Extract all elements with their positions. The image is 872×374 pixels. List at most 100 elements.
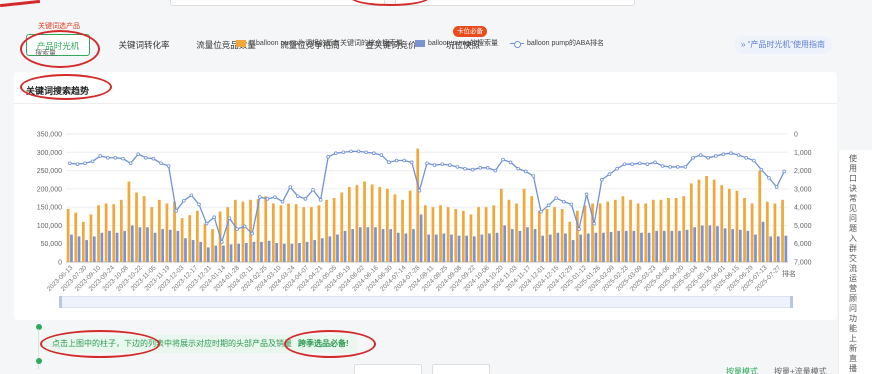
rank-point bbox=[75, 162, 80, 166]
bar-total bbox=[492, 205, 496, 262]
hint-strong: 跨季选品必备! bbox=[298, 339, 349, 348]
rank-point bbox=[409, 160, 414, 165]
y-tick-right: 0 bbox=[794, 132, 798, 139]
bar-total bbox=[522, 188, 526, 262]
zoom-handle-left[interactable] bbox=[59, 296, 62, 308]
bar-total bbox=[355, 185, 359, 262]
y-tick-left: 150,000 bbox=[37, 205, 62, 212]
bar-total bbox=[560, 208, 564, 262]
bar-keyword bbox=[123, 230, 127, 262]
bar-total bbox=[150, 207, 154, 262]
sidebar-item-tips[interactable]: 使用口诀 bbox=[847, 154, 859, 194]
rank-point bbox=[774, 185, 779, 189]
bar-total bbox=[773, 203, 777, 262]
y-tick-right: 6,000 bbox=[794, 241, 812, 248]
rank-point bbox=[83, 161, 87, 166]
rank-point bbox=[220, 240, 224, 244]
bar-total bbox=[165, 203, 169, 262]
bar-keyword bbox=[518, 230, 522, 262]
bar-total bbox=[233, 199, 237, 262]
bar-total bbox=[423, 205, 427, 262]
bar-keyword bbox=[92, 236, 96, 262]
rank-point bbox=[561, 199, 566, 204]
rank-point bbox=[584, 192, 589, 197]
trend-chart[interactable]: 0 50,000 100,000 150,000 200,000 250,000 300,0… bbox=[0, 0, 872, 374]
bar-keyword bbox=[602, 232, 605, 262]
rank-point bbox=[417, 188, 422, 193]
bar-keyword bbox=[404, 233, 408, 262]
bar-keyword bbox=[138, 227, 142, 262]
rank-point bbox=[425, 161, 429, 166]
sidebar-item-faq[interactable]: 常见问题 bbox=[847, 194, 859, 234]
bar-keyword bbox=[716, 226, 719, 262]
bar-keyword bbox=[427, 234, 431, 262]
bar-keyword bbox=[199, 241, 203, 262]
rank-point bbox=[691, 155, 695, 160]
rank-point bbox=[683, 165, 688, 169]
sidebar-item-consultant[interactable]: 运营顾问 bbox=[847, 274, 859, 314]
bar-total bbox=[157, 199, 161, 262]
bar-keyword bbox=[176, 230, 180, 262]
bar-total bbox=[446, 207, 450, 262]
rank-point bbox=[273, 195, 277, 199]
sidebar-item-new[interactable]: 功能上新 bbox=[847, 314, 859, 354]
bottom-select-2[interactable] bbox=[432, 364, 490, 374]
bar-keyword bbox=[586, 233, 590, 262]
y-tick-left: 300,000 bbox=[37, 150, 62, 157]
bar-total bbox=[583, 205, 587, 262]
bar-keyword bbox=[161, 229, 165, 262]
rank-point bbox=[235, 227, 239, 231]
rank-point bbox=[212, 215, 217, 220]
chart-zoom-slider[interactable] bbox=[59, 296, 793, 308]
bar-keyword bbox=[396, 232, 400, 262]
bar-keyword bbox=[366, 227, 370, 262]
rank-point bbox=[197, 202, 201, 207]
bar-total bbox=[629, 199, 632, 262]
bar-keyword bbox=[457, 235, 461, 262]
bar-keyword bbox=[108, 230, 111, 262]
bar-keyword bbox=[343, 230, 347, 262]
bar-keyword bbox=[442, 233, 446, 262]
bar-total bbox=[317, 205, 321, 262]
bar-total bbox=[537, 210, 541, 262]
sidebar-item-group[interactable]: 入群交流 bbox=[847, 234, 859, 274]
bar-total bbox=[89, 214, 93, 262]
bar-total bbox=[226, 207, 230, 262]
bar-keyword bbox=[146, 227, 149, 262]
rank-point bbox=[128, 161, 133, 166]
rank-point bbox=[508, 160, 513, 165]
y-tick-right: 4,000 bbox=[794, 205, 812, 212]
rank-point bbox=[144, 155, 148, 160]
rank-point bbox=[744, 155, 748, 160]
rank-point bbox=[455, 165, 460, 169]
bar-total bbox=[439, 205, 442, 262]
sidebar-item-live[interactable]: 直播 bbox=[847, 354, 859, 374]
mode-volume-traffic[interactable]: 按量+流量模式 bbox=[774, 366, 827, 374]
rank-point bbox=[394, 158, 399, 163]
rank-point bbox=[341, 150, 346, 155]
zoom-handle-right[interactable] bbox=[790, 296, 793, 308]
bar-keyword bbox=[662, 230, 666, 262]
mode-volume[interactable]: 按量模式 bbox=[726, 366, 758, 374]
bar-total bbox=[74, 212, 78, 262]
bar-total bbox=[378, 187, 382, 262]
bar-keyword bbox=[130, 225, 134, 262]
rank-point bbox=[227, 216, 232, 220]
bar-keyword bbox=[244, 242, 248, 262]
bar-total bbox=[363, 181, 366, 262]
bar-total bbox=[325, 199, 328, 262]
bar-keyword bbox=[503, 225, 507, 262]
bar-total bbox=[142, 196, 146, 262]
y-tick-right: 7,000 bbox=[794, 260, 812, 267]
y-tick-right: 3,000 bbox=[794, 186, 812, 193]
bar-keyword bbox=[389, 229, 393, 262]
hint-text: 点击上图中的柱子，下边的列表中将展示对应时期的头部产品及销量 bbox=[52, 339, 292, 348]
rank-point bbox=[371, 151, 376, 156]
bar-total bbox=[309, 207, 313, 262]
bar-total bbox=[598, 203, 602, 262]
rank-point bbox=[387, 160, 391, 165]
bar-keyword bbox=[761, 221, 765, 262]
bar-total bbox=[613, 199, 617, 262]
bottom-select-1[interactable] bbox=[354, 364, 422, 374]
bar-keyword bbox=[237, 243, 241, 262]
